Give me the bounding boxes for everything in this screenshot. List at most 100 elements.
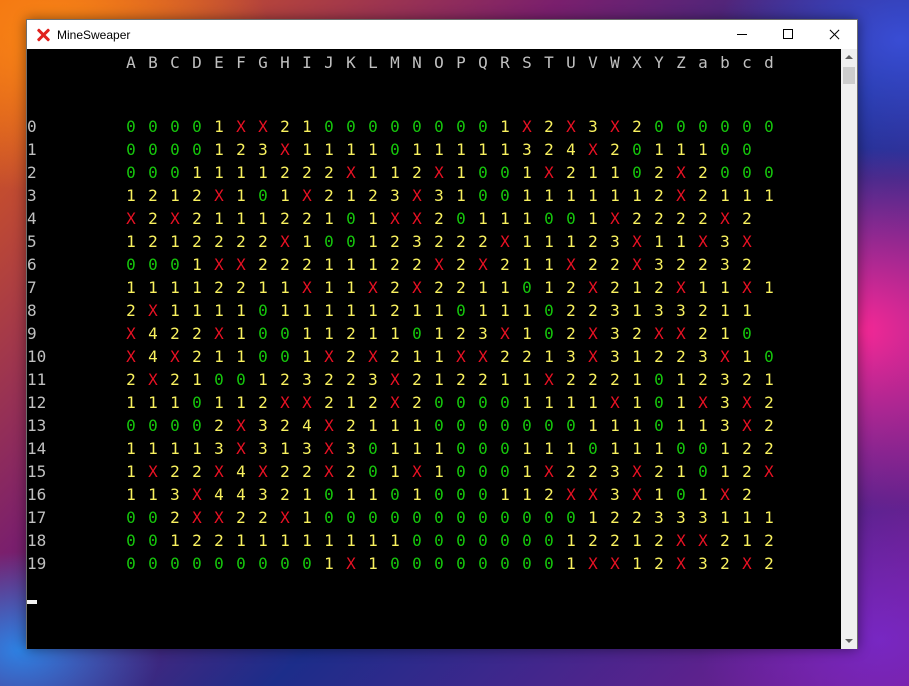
row-label: 8	[27, 301, 37, 320]
number-cell: 0	[698, 439, 708, 458]
column-label: Y	[654, 53, 664, 72]
number-cell: 0	[258, 554, 268, 573]
number-cell: 1	[632, 393, 642, 412]
number-cell: 1	[632, 554, 642, 573]
number-cell: 2	[742, 485, 752, 504]
number-cell: 0	[698, 117, 708, 136]
number-cell: 0	[720, 117, 730, 136]
number-cell: 2	[654, 209, 664, 228]
mine-cell: X	[676, 531, 686, 550]
number-cell: 1	[698, 140, 708, 159]
mine-cell: X	[588, 324, 598, 343]
number-cell: 2	[434, 278, 444, 297]
number-cell: 0	[478, 117, 488, 136]
number-cell: 0	[522, 278, 532, 297]
number-cell: 2	[588, 531, 598, 550]
maximize-button[interactable]	[765, 20, 811, 49]
number-cell: 4	[236, 485, 246, 504]
mine-cell: X	[280, 140, 290, 159]
number-cell: 2	[258, 508, 268, 527]
number-cell: 2	[742, 462, 752, 481]
scroll-thumb[interactable]	[843, 67, 855, 84]
number-cell: 1	[764, 370, 774, 389]
number-cell: 2	[544, 140, 554, 159]
number-cell: 3	[654, 301, 664, 320]
number-cell: 0	[676, 117, 686, 136]
number-cell: 2	[148, 186, 158, 205]
number-cell: 0	[478, 163, 488, 182]
number-cell: 0	[236, 370, 246, 389]
column-label: W	[610, 53, 620, 72]
number-cell: 1	[192, 255, 202, 274]
number-cell: 2	[764, 393, 774, 412]
title-bar[interactable]: MineSweaper	[27, 20, 857, 49]
mine-cell: X	[566, 117, 576, 136]
number-cell: 2	[742, 209, 752, 228]
number-cell: 2	[368, 186, 378, 205]
number-cell: 1	[632, 531, 642, 550]
number-cell: 1	[390, 531, 400, 550]
number-cell: 0	[390, 485, 400, 504]
number-cell: 0	[170, 117, 180, 136]
number-cell: 1	[214, 209, 224, 228]
number-cell: 2	[346, 416, 356, 435]
number-cell: 2	[742, 370, 752, 389]
minesweeper-app-icon	[36, 28, 50, 42]
minimize-button[interactable]	[719, 20, 765, 49]
number-cell: 1	[214, 347, 224, 366]
number-cell: 0	[478, 508, 488, 527]
number-cell: 1	[214, 393, 224, 412]
number-cell: 2	[610, 278, 620, 297]
number-cell: 0	[214, 370, 224, 389]
console-output[interactable]: ABCDEFGHIJKLMNOPQRSTUVWXYZabcd 000001XX2…	[27, 49, 842, 649]
number-cell: 0	[478, 186, 488, 205]
mine-cell: X	[368, 347, 378, 366]
number-cell: 1	[654, 232, 664, 251]
number-cell: 0	[500, 393, 510, 412]
number-cell: 1	[126, 485, 136, 504]
number-cell: 1	[632, 416, 642, 435]
number-cell: 2	[676, 347, 686, 366]
number-cell: 1	[764, 186, 774, 205]
number-cell: 0	[632, 163, 642, 182]
number-cell: 1	[676, 370, 686, 389]
number-cell: 0	[324, 232, 334, 251]
mine-cell: X	[676, 324, 686, 343]
number-cell: 2	[654, 554, 664, 573]
number-cell: 1	[588, 209, 598, 228]
column-label: d	[764, 53, 774, 72]
number-cell: 1	[148, 393, 158, 412]
number-cell: 2	[302, 462, 312, 481]
mine-cell: X	[302, 278, 312, 297]
number-cell: 1	[324, 140, 334, 159]
scroll-up-arrow-icon[interactable]	[841, 49, 857, 66]
column-label: H	[280, 53, 290, 72]
number-cell: 2	[390, 278, 400, 297]
number-cell: 1	[478, 209, 488, 228]
number-cell: 3	[698, 554, 708, 573]
vertical-scrollbar[interactable]	[841, 49, 857, 649]
number-cell: 1	[236, 393, 246, 412]
number-cell: 0	[192, 140, 202, 159]
close-button[interactable]	[811, 20, 857, 49]
mine-cell: X	[368, 278, 378, 297]
mine-cell: X	[500, 232, 510, 251]
number-cell: 0	[654, 393, 664, 412]
number-cell: 1	[258, 278, 268, 297]
number-cell: 2	[566, 324, 576, 343]
number-cell: 0	[434, 508, 444, 527]
number-cell: 3	[302, 439, 312, 458]
number-cell: 0	[654, 416, 664, 435]
number-cell: 3	[434, 186, 444, 205]
number-cell: 1	[346, 531, 356, 550]
number-cell: 3	[478, 324, 488, 343]
number-cell: 1	[214, 117, 224, 136]
scroll-down-arrow-icon[interactable]	[841, 632, 857, 649]
row-label: 4	[27, 209, 37, 228]
row-label: 0	[27, 117, 37, 136]
mine-cell: X	[610, 209, 620, 228]
row-label: 13	[27, 416, 47, 435]
number-cell: 1	[742, 301, 752, 320]
number-cell: 1	[742, 347, 752, 366]
number-cell: 1	[368, 416, 378, 435]
